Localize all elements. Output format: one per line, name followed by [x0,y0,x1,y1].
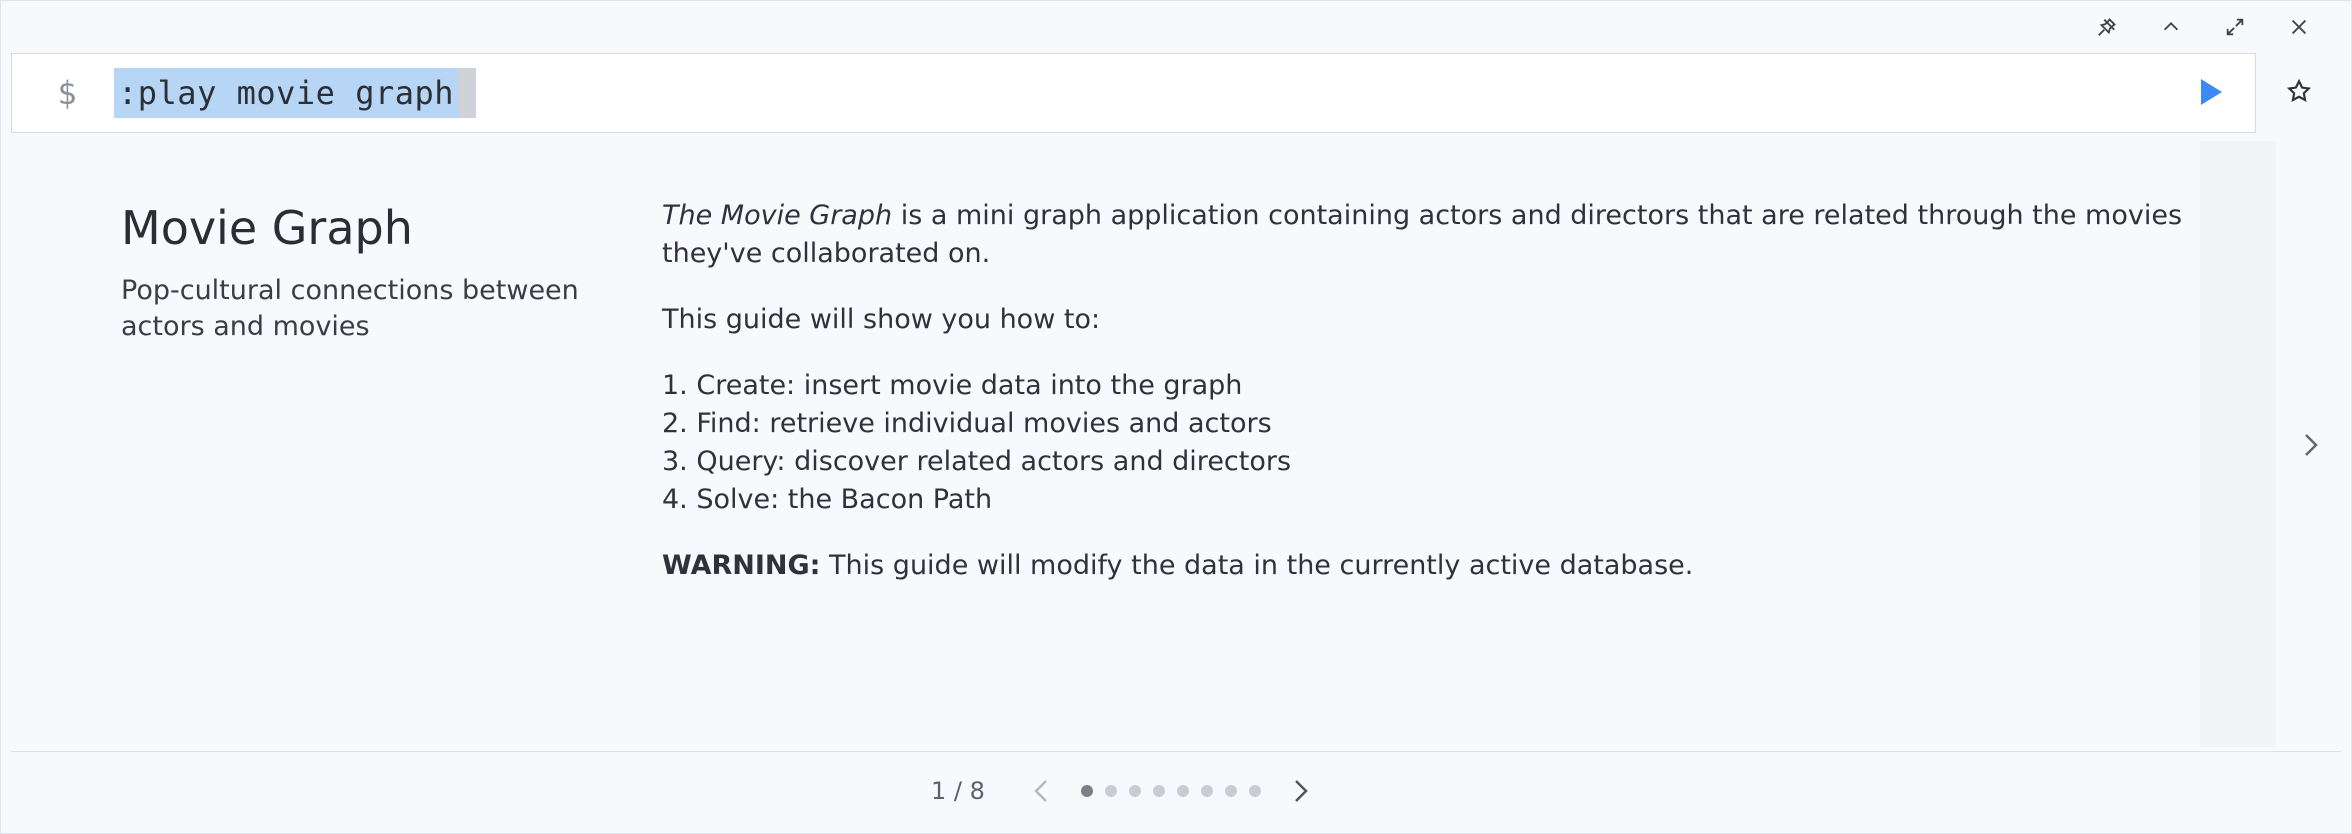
pin-button[interactable] [2075,9,2139,45]
collapse-button[interactable] [2139,9,2203,45]
pin-icon [2098,18,2116,36]
slide-pager: 1 / 8 [931,771,1321,811]
intro-emphasis: The Movie Graph [662,200,893,231]
previous-page-button[interactable] [1021,771,1061,811]
editor-command-text[interactable]: :play movie graph [114,68,477,118]
page-dot[interactable] [1080,785,1093,797]
slide-side-strip [2200,141,2276,747]
guide-title: Movie Graph [121,201,413,255]
intro-paragraph: The Movie Graph is a mini graph applicat… [662,197,2242,273]
page-dot[interactable] [1176,785,1189,797]
run-button[interactable] [2191,72,2231,112]
list-item: 3. Query: discover related actors and di… [662,446,1292,477]
guide-slide: Movie Graph Pop-cultural connections bet… [11,141,2276,747]
chevron-up-icon [2163,22,2179,31]
close-icon [2291,19,2307,35]
page-dot[interactable] [1152,785,1165,797]
page-dot[interactable] [1104,785,1117,797]
guide-subtitle: Pop-cultural connections between actors … [121,275,579,342]
warning-text: This guide will modify the data in the c… [820,550,1694,581]
favorite-button[interactable] [2279,71,2319,111]
chevron-right-icon [1295,780,1308,802]
expand-icon [2226,18,2244,36]
frame-controls [2075,9,2331,45]
page-indicator: 1 / 8 [931,777,985,805]
fullscreen-button[interactable] [2203,9,2267,45]
list-item: 1. Create: insert movie data into the gr… [662,370,1243,401]
guide-body: The Movie Graph is a mini graph applicat… [662,197,2242,613]
list-item: 2. Find: retrieve individual movies and … [662,408,1272,439]
footer-divider [11,751,2341,752]
next-page-button[interactable] [1281,771,1321,811]
chevron-right-icon [2305,434,2318,456]
play-frame: $ :play movie graph Movie Graph Pop-cult… [0,0,2352,834]
next-slide-button[interactable] [2291,425,2331,465]
lead-paragraph: This guide will show you how to: [662,304,1101,335]
guide-heading: Movie Graph Pop-cultural connections bet… [121,201,601,345]
close-button[interactable] [2267,9,2331,45]
page-dot[interactable] [1128,785,1141,797]
list-item: 4. Solve: the Bacon Path [662,484,993,515]
page-dots [1080,785,1261,797]
page-dot[interactable] [1224,785,1237,797]
page-dot[interactable] [1248,785,1261,797]
warning-label: WARNING: [662,550,821,581]
chevron-left-icon [1034,780,1047,802]
play-icon [2201,79,2222,105]
warning-paragraph: WARNING: This guide will modify the data… [662,547,2242,585]
query-editor[interactable]: $ :play movie graph [11,53,2256,133]
steps-list: 1. Create: insert movie data into the gr… [662,367,2242,519]
star-icon [2286,78,2312,103]
editor-prompt: $ [57,74,77,112]
page-dot[interactable] [1200,785,1213,797]
